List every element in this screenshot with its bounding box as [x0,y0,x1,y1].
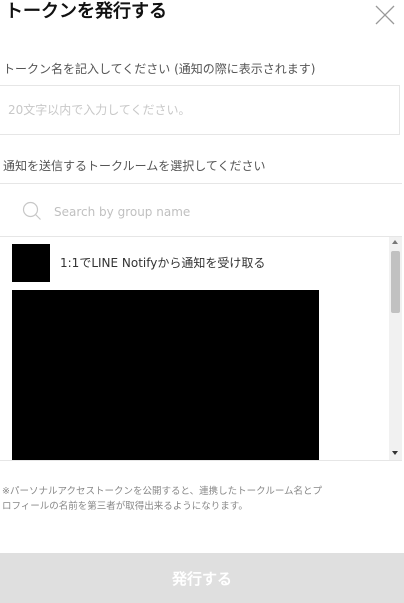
close-icon[interactable] [374,4,396,26]
room-item-1on1[interactable]: 1:1でLINE Notifyから通知を受け取る [12,244,382,282]
scroll-thumb[interactable] [391,251,400,313]
scroll-up-arrow-icon[interactable] [392,240,398,244]
room-image-redacted [12,290,319,460]
token-name-input[interactable] [0,85,400,135]
room-list: 1:1でLINE Notifyから通知を受け取る [0,237,402,461]
scroll-down-arrow-icon[interactable] [392,451,398,455]
token-name-label: トークン名を記入してください (通知の際に表示されます) [3,62,316,76]
room-select-label: 通知を送信するトークルームを選択してください [3,159,266,173]
privacy-note-line1: ※パーソナルアクセストークンを公開すると、連携したトークルーム名とプ [2,486,323,497]
room-avatar [12,244,50,282]
room-name: 1:1でLINE Notifyから通知を受け取る [60,256,266,270]
group-search-box [0,183,402,237]
group-search-input[interactable] [52,199,376,225]
room-list-scrollbar[interactable] [389,237,402,460]
issue-token-button[interactable]: 発行する [0,553,404,603]
privacy-note: ※パーソナルアクセストークンを公開すると、連携したトークルーム名とプ ロフィール… [2,484,404,514]
dialog-title: トークンを発行する [5,1,167,22]
privacy-note-line2: ロフィールの名前を第三者が取得出来るようになります。 [2,501,248,512]
search-icon [22,201,41,220]
